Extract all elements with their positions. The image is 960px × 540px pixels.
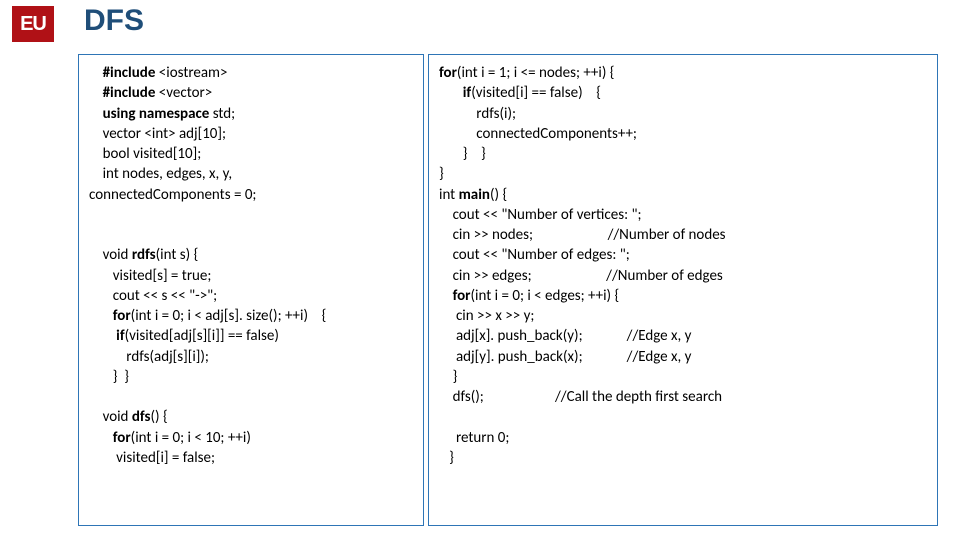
code-panel-left: #include <iostream> #include <vector> us…	[78, 54, 424, 526]
logo-badge: EU	[12, 6, 54, 42]
code-panel-right: for(int i = 1; i <= nodes; ++i) { if(vis…	[428, 54, 938, 526]
code-panels: #include <iostream> #include <vector> us…	[78, 54, 940, 526]
page-title: DFS	[84, 4, 144, 38]
